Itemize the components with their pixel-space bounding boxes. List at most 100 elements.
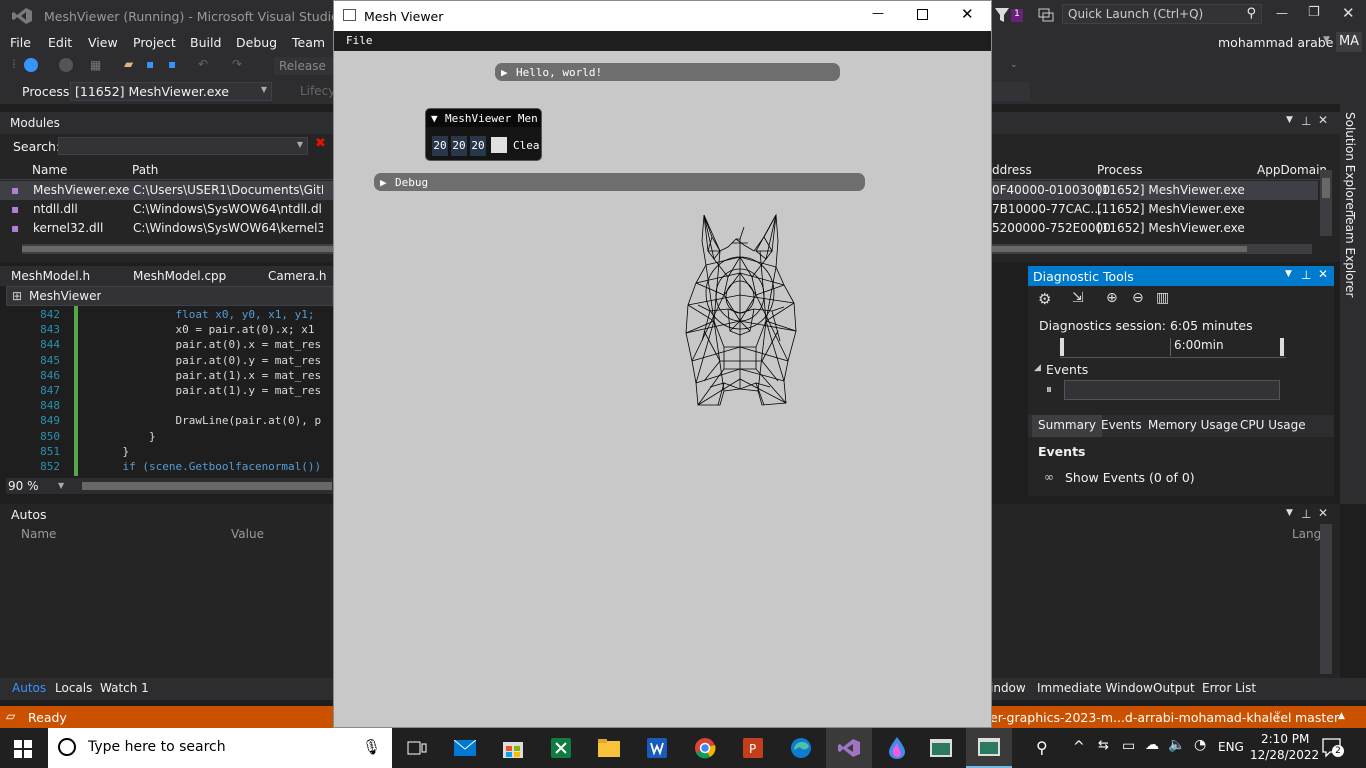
debug-window[interactable]: ▶ Debug	[374, 173, 865, 191]
configuration-select[interactable]: Release	[274, 57, 334, 75]
collapse-arrow-icon[interactable]: ▶	[501, 66, 508, 79]
chevron-up-icon[interactable]: ▲	[1338, 711, 1345, 721]
clock-time[interactable]: 2:10 PM	[1261, 732, 1309, 746]
tab-events[interactable]: Events	[1101, 418, 1142, 432]
menu-project[interactable]: Project	[133, 35, 176, 50]
status-branch[interactable]: master	[1295, 710, 1339, 725]
col-address[interactable]: ddress	[992, 163, 1032, 177]
menu-view[interactable]: View	[88, 35, 118, 50]
mail-icon[interactable]	[442, 728, 488, 768]
user-dropdown-icon[interactable]: ▼	[1323, 35, 1330, 45]
powerpoint-icon[interactable]: P	[730, 728, 776, 768]
people-icon[interactable]: ⚲	[1036, 738, 1048, 757]
chevron-down-icon[interactable]: ▼	[1286, 508, 1293, 518]
pin-panel-icon[interactable]: ⊥	[1301, 507, 1311, 521]
pause-icon[interactable]: ⏸	[1046, 382, 1052, 397]
timeline-ruler[interactable]: 6:00min	[1060, 336, 1286, 358]
tab-error-list[interactable]: Error List	[1202, 681, 1256, 695]
menu-edit[interactable]: Edit	[48, 35, 72, 50]
undo-icon[interactable]: ↶	[198, 57, 208, 71]
autos-col-value[interactable]: Value	[231, 527, 264, 541]
visual-studio-icon[interactable]	[826, 728, 872, 768]
chevron-up-icon[interactable]: ^	[1073, 739, 1085, 755]
menu-file[interactable]: File	[346, 34, 373, 47]
editor-h-scrollbar[interactable]	[82, 482, 332, 490]
settings-gear-icon[interactable]: ⚙	[1038, 290, 1051, 308]
save-icon[interactable]: ▪	[146, 57, 154, 71]
tab-team-explorer[interactable]: Team Explorer	[1343, 212, 1357, 298]
vertical-scrollbar[interactable]	[1320, 170, 1332, 236]
export-icon[interactable]: ⇲	[1072, 290, 1084, 306]
expand-arrow-icon[interactable]: ▼	[431, 112, 438, 125]
close-panel-icon[interactable]: ✕	[1318, 113, 1328, 127]
autos-col-lang[interactable]: Lang	[1292, 527, 1321, 541]
nav-project[interactable]: MeshViewer	[29, 289, 101, 303]
task-view-icon[interactable]	[394, 728, 440, 768]
tab-window[interactable]: indow	[990, 681, 1026, 695]
modules-search-input[interactable]: ▼	[58, 137, 308, 155]
battery-icon[interactable]: ▭	[1122, 738, 1135, 754]
clock-date[interactable]: 12/28/2022	[1250, 748, 1319, 762]
notification-flag-icon[interactable]: 1	[1011, 9, 1023, 22]
start-windows-icon[interactable]	[14, 740, 32, 758]
restore-icon[interactable]: ❐	[1308, 5, 1320, 20]
col-process[interactable]: Process	[1097, 163, 1143, 177]
autos-col-name[interactable]: Name	[21, 527, 56, 541]
network-share-icon[interactable]: ⇆	[1098, 738, 1109, 753]
zoom-out-icon[interactable]: ⊖	[1132, 290, 1144, 306]
reset-view-icon[interactable]: ▥	[1156, 290, 1169, 306]
save-all-icon[interactable]: ▪	[168, 57, 176, 71]
chevron-down-icon[interactable]: ▼	[58, 481, 64, 490]
overflow-chevron-icon[interactable]: ⌄	[1010, 60, 1018, 70]
expand-triangle-icon[interactable]: ◢	[1034, 363, 1041, 373]
tab-camera-h[interactable]: Camera.h	[268, 269, 327, 283]
close-panel-icon[interactable]: ✕	[1318, 267, 1328, 281]
chrome-icon[interactable]	[682, 728, 728, 768]
mesh-viewer-taskbar-icon[interactable]	[966, 728, 1012, 768]
collapse-arrow-icon[interactable]: ▶	[380, 176, 387, 189]
pin-icon[interactable]: ▼	[1286, 115, 1293, 125]
tab-meshmodel-h[interactable]: MeshModel.h	[11, 269, 90, 283]
back-icon[interactable]	[24, 58, 38, 72]
quick-launch-input[interactable]: Quick Launch (Ctrl+Q) ⚲	[1062, 4, 1262, 24]
menu-build[interactable]: Build	[190, 35, 221, 50]
tab-summary[interactable]: Summary	[1032, 415, 1102, 437]
chevron-down-icon[interactable]: ▼	[1285, 269, 1292, 279]
excel-icon[interactable]	[538, 728, 584, 768]
process-select[interactable]: [11652] MeshViewer.exe ▼	[70, 82, 272, 101]
status-repo[interactable]: er-graphics-2023-m...d-arrabi-mohamad-kh…	[990, 710, 1292, 725]
edge-icon[interactable]	[778, 728, 824, 768]
maximize-icon[interactable]	[917, 9, 928, 20]
cloud-icon[interactable]: ☁	[1145, 737, 1159, 753]
tab-watch-1[interactable]: Watch 1	[100, 681, 149, 695]
menu-debug[interactable]: Debug	[236, 35, 277, 50]
color-g-field[interactable]: 20	[451, 136, 467, 156]
color-r-field[interactable]: 20	[432, 136, 448, 156]
col-appdomain[interactable]: AppDomain	[1257, 163, 1327, 177]
forward-icon[interactable]	[59, 58, 73, 72]
meshviewer-menu-window[interactable]: ▼ MeshViewer Men 20 20 20 Clea	[425, 108, 542, 161]
microphone-icon[interactable]: 🎙	[362, 738, 381, 756]
zoom-in-icon[interactable]: ⊕	[1106, 290, 1118, 306]
menu-team[interactable]: Team	[292, 35, 325, 50]
vertical-scrollbar[interactable]	[1320, 524, 1332, 674]
clear-search-icon[interactable]: ✖	[315, 136, 326, 151]
redo-icon[interactable]: ↷	[232, 57, 242, 71]
feedback-icon[interactable]	[1038, 8, 1054, 22]
wireframe-mesh[interactable]	[684, 211, 799, 411]
wifi-icon[interactable]: ◔	[1194, 737, 1206, 753]
tab-output[interactable]: Output	[1153, 681, 1195, 695]
minimize-icon[interactable]: —	[1276, 6, 1288, 20]
pin-panel-icon[interactable]: ⊥	[1301, 268, 1311, 282]
show-events-link[interactable]: Show Events (0 of 0)	[1065, 470, 1195, 485]
close-panel-icon[interactable]: ✕	[1318, 506, 1328, 520]
pin-panel-icon[interactable]: ⊥	[1301, 114, 1311, 128]
notification-center-icon[interactable]: 2	[1322, 738, 1344, 758]
hello-world-window[interactable]: ▶ Hello, world!	[495, 63, 840, 81]
color-b-field[interactable]: 20	[470, 136, 486, 156]
avatar[interactable]: MA	[1336, 32, 1362, 52]
stack-frame-select[interactable]	[992, 82, 1030, 101]
color-swatch[interactable]	[491, 137, 507, 153]
file-explorer-icon[interactable]	[586, 728, 632, 768]
tab-meshmodel-cpp[interactable]: MeshModel.cpp	[133, 269, 226, 283]
